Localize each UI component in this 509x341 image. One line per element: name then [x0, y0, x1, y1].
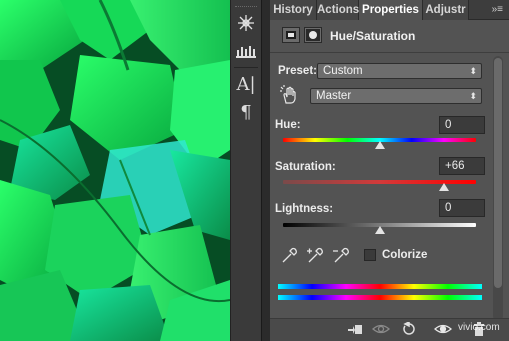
- brush-presets-icon[interactable]: [234, 39, 258, 63]
- lightness-value-field[interactable]: 0: [439, 199, 485, 217]
- tab-actions[interactable]: Actions: [317, 0, 359, 20]
- panel-menu-icon[interactable]: »≡: [492, 4, 503, 15]
- input-color-ramp: [278, 284, 482, 289]
- lightness-slider-thumb[interactable]: [375, 226, 385, 234]
- panel-scrollbar[interactable]: [493, 56, 503, 321]
- eyedropper-minus-icon[interactable]: [332, 247, 350, 265]
- leaf-photo: [0, 0, 230, 341]
- strip-divider: [234, 67, 258, 68]
- brush-settings-icon[interactable]: [234, 11, 258, 35]
- tab-adjustments[interactable]: Adjustr: [423, 0, 469, 20]
- colorize-checkbox[interactable]: [364, 249, 376, 261]
- channel-dropdown[interactable]: Master ⬍: [310, 88, 482, 104]
- properties-header: Hue/Saturation: [270, 20, 509, 52]
- layer-mask-icon[interactable]: [304, 27, 322, 43]
- adjustment-layer-icon[interactable]: [282, 27, 300, 43]
- character-icon[interactable]: A|: [234, 72, 258, 96]
- view-previous-state-icon[interactable]: [372, 322, 390, 338]
- panel-gutter: [262, 0, 270, 341]
- properties-panel: History Actions Properties Adjustr »≡ Hu…: [270, 0, 509, 341]
- hue-label: Hue:: [275, 119, 301, 131]
- dock-grip[interactable]: [235, 0, 257, 7]
- saturation-value-field[interactable]: +66: [439, 157, 485, 175]
- hue-slider-thumb[interactable]: [375, 141, 385, 149]
- tab-properties[interactable]: Properties: [359, 0, 423, 20]
- tab-history[interactable]: History: [270, 0, 317, 20]
- eyedropper-plus-icon[interactable]: [306, 247, 324, 265]
- panel-tab-bar: History Actions Properties Adjustr »≡: [270, 0, 509, 20]
- preset-label: Preset:: [278, 65, 317, 77]
- channel-value: Master: [316, 90, 352, 102]
- scrollbar-thumb[interactable]: [494, 58, 502, 288]
- colorize-label: Colorize: [382, 249, 428, 261]
- reset-icon[interactable]: [400, 320, 418, 338]
- output-color-ramp: [278, 295, 482, 300]
- chevron-updown-icon: ⬍: [469, 66, 477, 76]
- targeted-adjustment-hand-icon[interactable]: [279, 85, 301, 105]
- preset-value: Custom: [323, 65, 363, 77]
- saturation-label: Saturation:: [275, 161, 336, 173]
- hue-value-field[interactable]: 0: [439, 116, 485, 134]
- header-divider: [270, 52, 509, 53]
- saturation-slider-thumb[interactable]: [439, 183, 449, 191]
- paragraph-icon[interactable]: ¶: [234, 100, 258, 124]
- eyedropper-icon[interactable]: [280, 247, 298, 265]
- watermark: vivio.com: [458, 322, 500, 333]
- chevron-updown-icon: ⬍: [469, 91, 477, 101]
- image-canvas[interactable]: [0, 0, 230, 341]
- clip-to-layer-icon[interactable]: [346, 322, 364, 338]
- panel-dock-strip: A| ¶: [230, 0, 262, 341]
- panel-title: Hue/Saturation: [330, 29, 416, 43]
- lightness-label: Lightness:: [275, 203, 334, 215]
- preset-dropdown[interactable]: Custom ⬍: [317, 63, 482, 79]
- eye-icon[interactable]: [434, 322, 452, 338]
